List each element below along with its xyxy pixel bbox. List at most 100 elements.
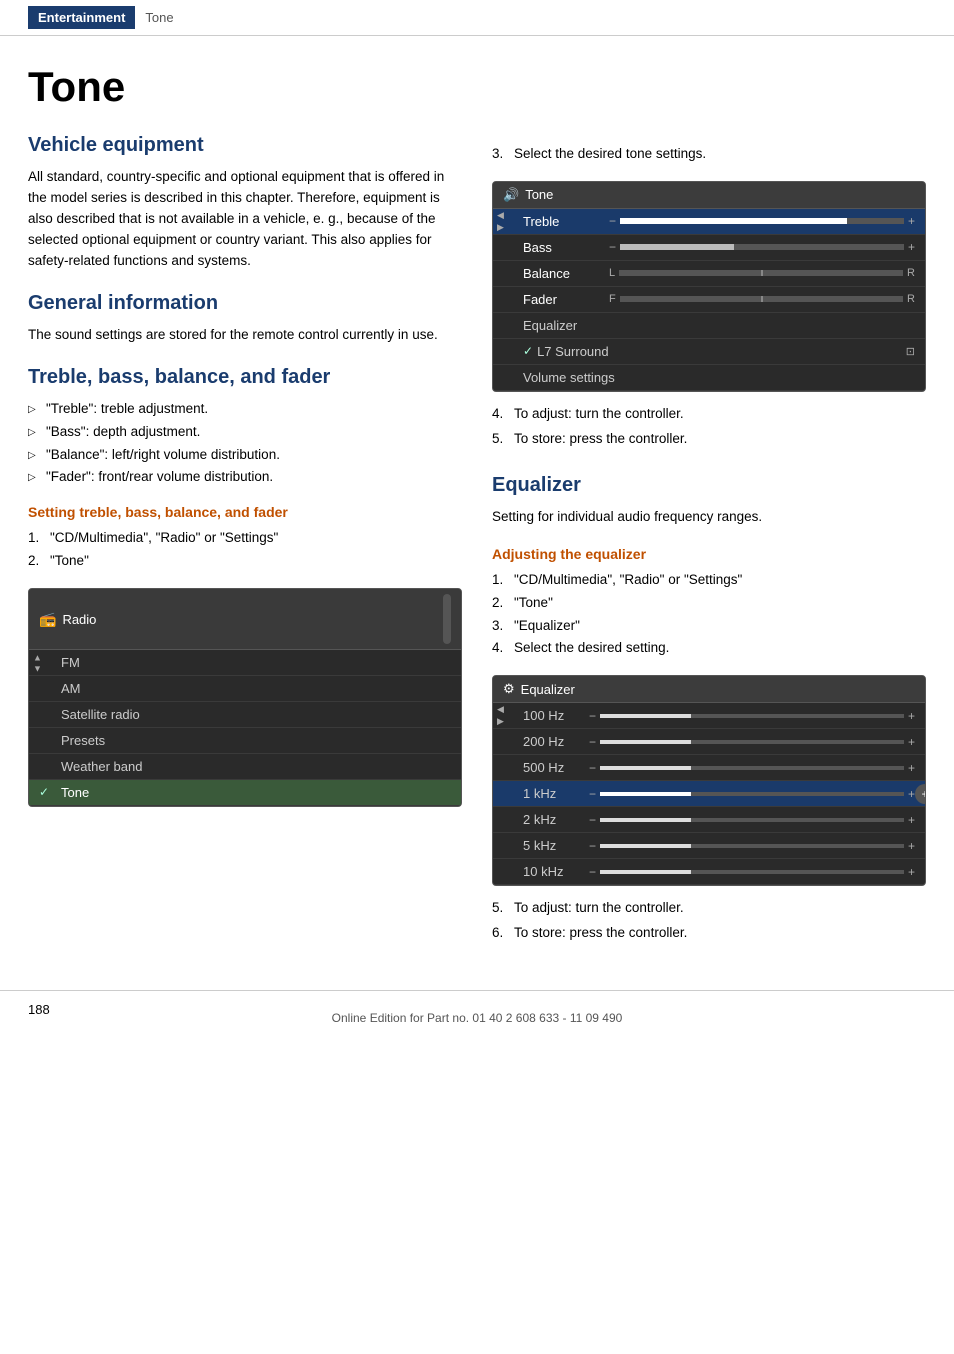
radio-mockup: 📻 Radio ▲ ▼ FM AM Satellite radio Preset…: [28, 588, 462, 807]
eq-title: Equalizer: [521, 682, 575, 697]
balance-center: [761, 270, 763, 276]
eq-1khz-bar: [600, 792, 904, 796]
eq-1khz-label: 1 kHz: [523, 786, 583, 801]
eq-100hz-bar: [600, 714, 904, 718]
list-item: 5. To adjust: turn the controller.: [492, 898, 926, 919]
eq-5khz-label: 5 kHz: [523, 838, 583, 853]
section-treble-bass: Treble, bass, balance, and fader "Treble…: [28, 366, 462, 808]
page-number: 188: [28, 1002, 50, 1017]
fader-bar: [620, 296, 903, 302]
eq-row-100hz: ◀ ▶ 100 Hz − +: [493, 703, 925, 729]
radio-icon: 📻: [39, 611, 56, 628]
eq-2khz-label: 2 kHz: [523, 812, 583, 827]
radio-item-am: AM: [29, 676, 461, 702]
fader-center: [761, 296, 763, 302]
tone-mockup-header: 🔊 Tone: [493, 182, 925, 209]
r-label: R: [907, 267, 915, 279]
list-item: 5. To store: press the controller.: [492, 429, 926, 450]
bass-slider: − +: [609, 240, 915, 254]
bass-bar-fill: [620, 244, 734, 250]
eq-right-button[interactable]: +: [915, 784, 926, 804]
left-column: Tone Vehicle equipment All standard, cou…: [28, 64, 462, 960]
tone-steps-4-5: 4. To adjust: turn the controller. 5. To…: [492, 404, 926, 450]
general-information-body: The sound settings are stored for the re…: [28, 325, 462, 346]
eq-500hz-fill: [600, 766, 691, 770]
plus-icon: +: [908, 709, 915, 723]
eq-500hz-bar: [600, 766, 904, 770]
plus-icon: +: [908, 839, 915, 853]
radio-title: Radio: [62, 612, 96, 627]
eq-200hz-fill: [600, 740, 691, 744]
minus-icon: −: [609, 240, 616, 254]
nav-arrows-eq: ◀ ▶: [497, 704, 504, 727]
eq-5khz-slider: − +: [589, 839, 915, 853]
eq-row-500hz: 500 Hz − +: [493, 755, 925, 781]
eq-row-5khz: 5 kHz − +: [493, 833, 925, 859]
list-item: 2. "Tone": [28, 551, 462, 572]
l-label: L: [609, 267, 615, 279]
minus-icon: −: [609, 214, 616, 228]
page-title: Tone: [28, 64, 462, 110]
eq-steps-list: 1. "CD/Multimedia", "Radio" or "Settings…: [492, 570, 926, 660]
treble-bass-heading: Treble, bass, balance, and fader: [28, 366, 462, 389]
adjusting-eq-heading: Adjusting the equalizer: [492, 546, 926, 562]
list-item: 6. To store: press the controller.: [492, 923, 926, 944]
eq-200hz-slider: − +: [589, 735, 915, 749]
eq-row-2khz: 2 kHz − +: [493, 807, 925, 833]
plus-icon: +: [908, 761, 915, 775]
eq-2khz-fill: [600, 818, 691, 822]
minus-icon: −: [589, 813, 596, 827]
radio-item-weather: Weather band: [29, 754, 461, 780]
list-item: 3. Select the desired tone settings.: [492, 144, 926, 165]
vehicle-equipment-body: All standard, country-specific and optio…: [28, 167, 462, 272]
eq-row-10khz: 10 kHz − +: [493, 859, 925, 885]
fader-label: Fader: [523, 292, 603, 307]
balance-bar: [619, 270, 903, 276]
plus-icon: +: [908, 735, 915, 749]
radio-item-satellite: Satellite radio: [29, 702, 461, 728]
f-label: F: [609, 293, 616, 305]
list-item: 3. "Equalizer": [492, 616, 926, 637]
section-equalizer: Equalizer Setting for individual audio f…: [492, 474, 926, 944]
right-column: 3. Select the desired tone settings. 🔊 T…: [492, 64, 926, 960]
eq-500hz-label: 500 Hz: [523, 760, 583, 775]
list-item: "Balance": left/right volume distributio…: [28, 445, 462, 466]
vehicle-equipment-heading: Vehicle equipment: [28, 134, 462, 157]
list-item: "Fader": front/rear volume distribution.: [28, 467, 462, 488]
section-vehicle-equipment: Vehicle equipment All standard, country-…: [28, 134, 462, 272]
list-item: 4. Select the desired setting.: [492, 638, 926, 659]
eq-5khz-bar: [600, 844, 904, 848]
tone-mockup-title: Tone: [525, 187, 553, 202]
tone-row-equalizer: Equalizer: [493, 313, 925, 339]
main-content: Tone Vehicle equipment All standard, cou…: [0, 36, 954, 960]
list-item: "Treble": treble adjustment.: [28, 399, 462, 420]
r-label: R: [907, 293, 915, 305]
setting-steps-list: 1. "CD/Multimedia", "Radio" or "Settings…: [28, 528, 462, 572]
balance-label: Balance: [523, 266, 603, 281]
footer-text: Online Edition for Part no. 01 40 2 608 …: [332, 1011, 623, 1025]
treble-bass-bullet-list: "Treble": treble adjustment. "Bass": dep…: [28, 399, 462, 489]
equalizer-heading: Equalizer: [492, 474, 926, 497]
tone-row-treble: ◀ ▶ Treble − +: [493, 209, 925, 235]
eq-icon: ⚙: [503, 681, 515, 697]
list-item: "Bass": depth adjustment.: [28, 422, 462, 443]
eq-500hz-slider: − +: [589, 761, 915, 775]
eq-10khz-bar: [600, 870, 904, 874]
tone-row-bass: Bass − +: [493, 235, 925, 261]
breadcrumb-tone: Tone: [135, 6, 183, 29]
treble-label: Treble: [523, 214, 603, 229]
list-item: 2. "Tone": [492, 593, 926, 614]
surround-icon: ⊡: [906, 345, 915, 358]
minus-icon: −: [589, 761, 596, 775]
tone-row-surround: ✓ L7 Surround ⊡: [493, 339, 925, 365]
treble-bar: [620, 218, 904, 224]
eq-100hz-fill: [600, 714, 691, 718]
bass-label: Bass: [523, 240, 603, 255]
check-icon: ✓: [523, 344, 533, 358]
eq-rows-container: ◀ ▶ 100 Hz − +: [493, 703, 925, 885]
bass-bar: [620, 244, 904, 250]
step3-label-wrap: 3. Select the desired tone settings.: [492, 144, 926, 165]
eq-1khz-fill: [600, 792, 691, 796]
nav-arrows-treble: ◀ ▶: [497, 210, 504, 233]
minus-icon: −: [589, 865, 596, 879]
